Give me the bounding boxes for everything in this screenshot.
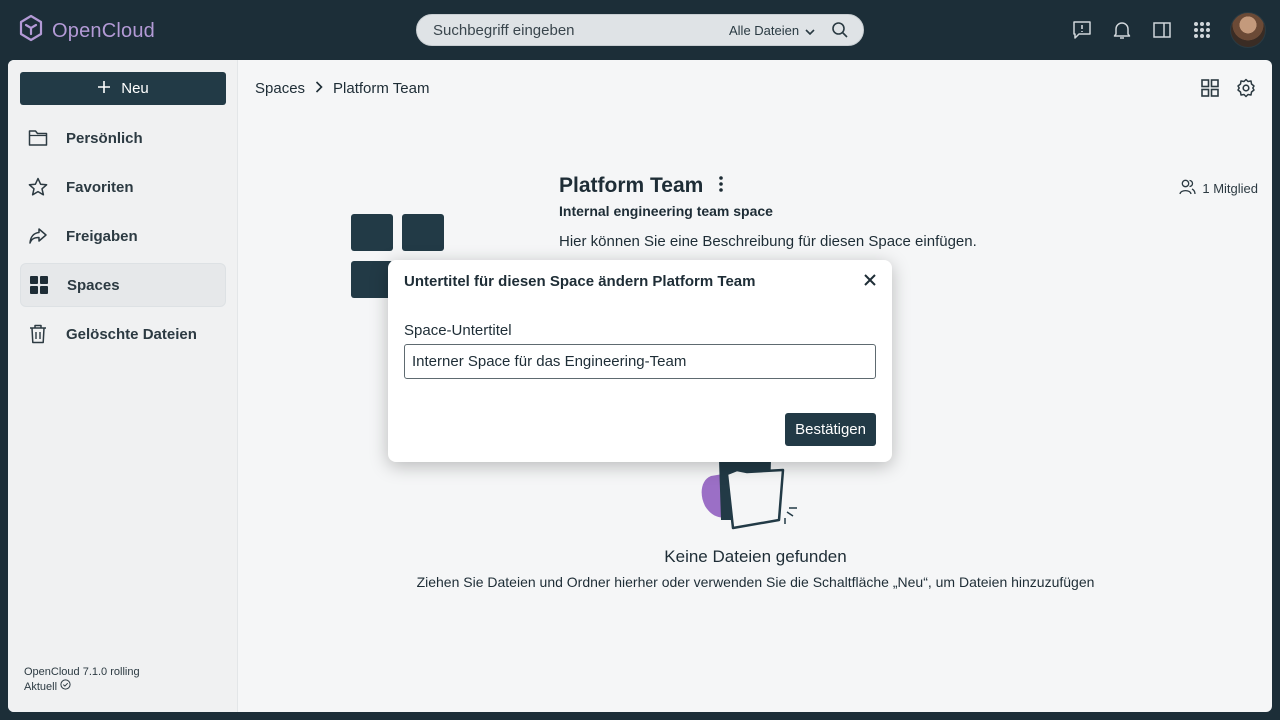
breadcrumb-root[interactable]: Spaces [255, 80, 305, 97]
sidebar-item-spaces[interactable]: Spaces [20, 263, 226, 307]
kebab-menu-icon[interactable] [719, 175, 724, 197]
spaces-icon [29, 275, 49, 295]
folder-icon [28, 128, 48, 148]
app-logo[interactable]: OpenCloud [18, 14, 155, 49]
apps-grid-icon[interactable] [1182, 10, 1222, 50]
view-options [1200, 78, 1256, 98]
search-scope-select[interactable]: Alle Dateien [729, 23, 815, 38]
search-input[interactable]: Suchbegriff eingeben [433, 22, 575, 39]
empty-folder-illustration [693, 450, 817, 534]
check-circle-icon [60, 679, 71, 694]
sidebar-item-shares[interactable]: Freigaben [20, 214, 226, 258]
space-members[interactable]: 1 Mitglied [1179, 178, 1258, 198]
top-bar-actions [1062, 10, 1266, 50]
sidebar-item-label: Favoriten [66, 178, 134, 196]
gear-icon[interactable] [1236, 78, 1256, 98]
empty-state-message: Ziehen Sie Dateien und Ordner hierher od… [416, 574, 1095, 590]
sidebar-toggle-icon[interactable] [1142, 10, 1182, 50]
new-button-label: Neu [121, 80, 149, 97]
opencloud-logo-icon [18, 14, 44, 49]
new-button[interactable]: Neu [20, 72, 226, 105]
space-description: Hier können Sie eine Beschreibung für di… [559, 233, 977, 250]
users-icon [1179, 178, 1197, 198]
space-subtitle: Internal engineering team space [559, 203, 773, 219]
sidebar-item-label: Gelöschte Dateien [66, 325, 197, 343]
sidebar-item-trash[interactable]: Gelöschte Dateien [20, 312, 226, 356]
top-bar: OpenCloud Suchbegriff eingeben Alle Date… [0, 0, 1280, 60]
grid-view-icon[interactable] [1200, 78, 1220, 98]
star-icon [28, 177, 48, 197]
sidebar-item-label: Persönlich [66, 129, 143, 147]
space-title: Platform Team [559, 174, 704, 197]
avatar[interactable] [1230, 12, 1266, 48]
version-status-label: Aktuell [24, 680, 58, 693]
edit-subtitle-dialog: Untertitel für diesen Space ändern Platf… [388, 260, 892, 462]
chevron-down-icon [805, 23, 815, 38]
version-status: Aktuell [24, 679, 140, 694]
sidebar-item-favorites[interactable]: Favoriten [20, 165, 226, 209]
search-icon[interactable] [831, 21, 851, 41]
breadcrumb: Spaces Platform Team [255, 80, 429, 97]
plus-icon [97, 80, 111, 98]
subtitle-input[interactable] [404, 344, 876, 379]
sidebar-item-personal[interactable]: Persönlich [20, 116, 226, 160]
trash-icon [28, 324, 48, 344]
sidebar-item-label: Spaces [67, 276, 120, 294]
search-scope-label: Alle Dateien [729, 23, 800, 38]
breadcrumb-current[interactable]: Platform Team [333, 80, 429, 97]
sidebar: Neu Persönlich Favoriten Freigaben Space… [8, 60, 238, 712]
sidebar-item-label: Freigaben [66, 227, 138, 245]
subtitle-field-label: Space-Untertitel [404, 322, 512, 339]
search-bar[interactable]: Suchbegriff eingeben Alle Dateien [416, 14, 864, 46]
chevron-right-icon [315, 80, 323, 97]
dialog-title: Untertitel für diesen Space ändern Platf… [404, 273, 756, 290]
app-name: OpenCloud [52, 20, 155, 42]
bell-icon[interactable] [1102, 10, 1142, 50]
feedback-icon[interactable] [1062, 10, 1102, 50]
version-info: OpenCloud 7.1.0 rolling Aktuell [24, 665, 140, 694]
share-icon [28, 226, 48, 246]
space-header: Platform Team [559, 174, 724, 198]
close-icon[interactable] [862, 272, 878, 288]
confirm-button[interactable]: Bestätigen [785, 413, 876, 446]
version-label: OpenCloud 7.1.0 rolling [24, 666, 140, 678]
empty-state-title: Keine Dateien gefunden [664, 547, 847, 566]
members-count: 1 Mitglied [1202, 180, 1258, 196]
